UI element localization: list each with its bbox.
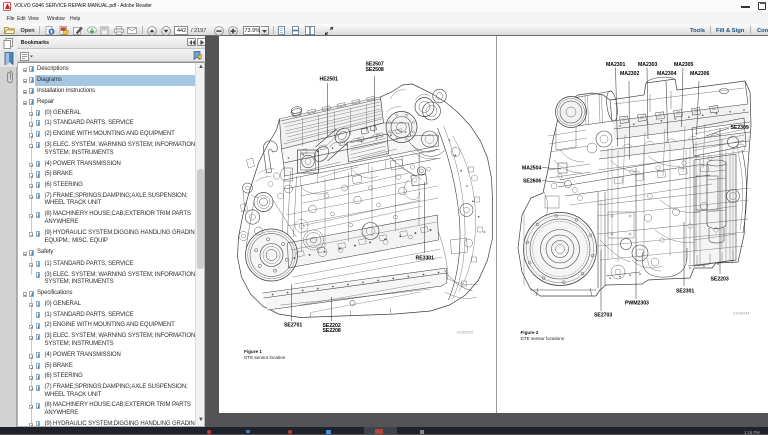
svg-text:SE2309: SE2309 [731,125,749,131]
svg-text:HE2501: HE2501 [319,77,338,83]
svg-text:SE2606: SE2606 [523,178,541,184]
svg-text:MA2504: MA2504 [522,165,541,171]
svg-text:Figure 1: Figure 1 [244,349,262,354]
svg-text:V1040244: V1040244 [733,312,749,316]
svg-text:MA2301: MA2301 [606,62,625,68]
svg-text:RE3301: RE3301 [415,256,434,262]
svg-text:MA2304: MA2304 [657,71,676,77]
svg-text:SE2203: SE2203 [711,277,729,283]
svg-text:SE2701: SE2701 [284,323,302,329]
svg-text:MA2305: MA2305 [674,62,693,68]
svg-text:V1065243: V1065243 [456,331,472,335]
svg-text:MA2303: MA2303 [638,62,657,68]
svg-text:SE2508: SE2508 [365,67,383,73]
svg-text:SE2703: SE2703 [594,313,612,319]
svg-text:SE2208: SE2208 [322,328,340,334]
svg-text:DTE sensor location: DTE sensor location [244,355,286,360]
svg-text:Figure 2: Figure 2 [521,330,539,335]
svg-text:PWM2303: PWM2303 [625,301,649,307]
svg-text:MA2306: MA2306 [690,71,709,77]
svg-text:MA2302: MA2302 [620,71,639,77]
svg-text:DTE sensor locations: DTE sensor locations [521,336,565,341]
svg-text:SE2301: SE2301 [676,289,694,295]
